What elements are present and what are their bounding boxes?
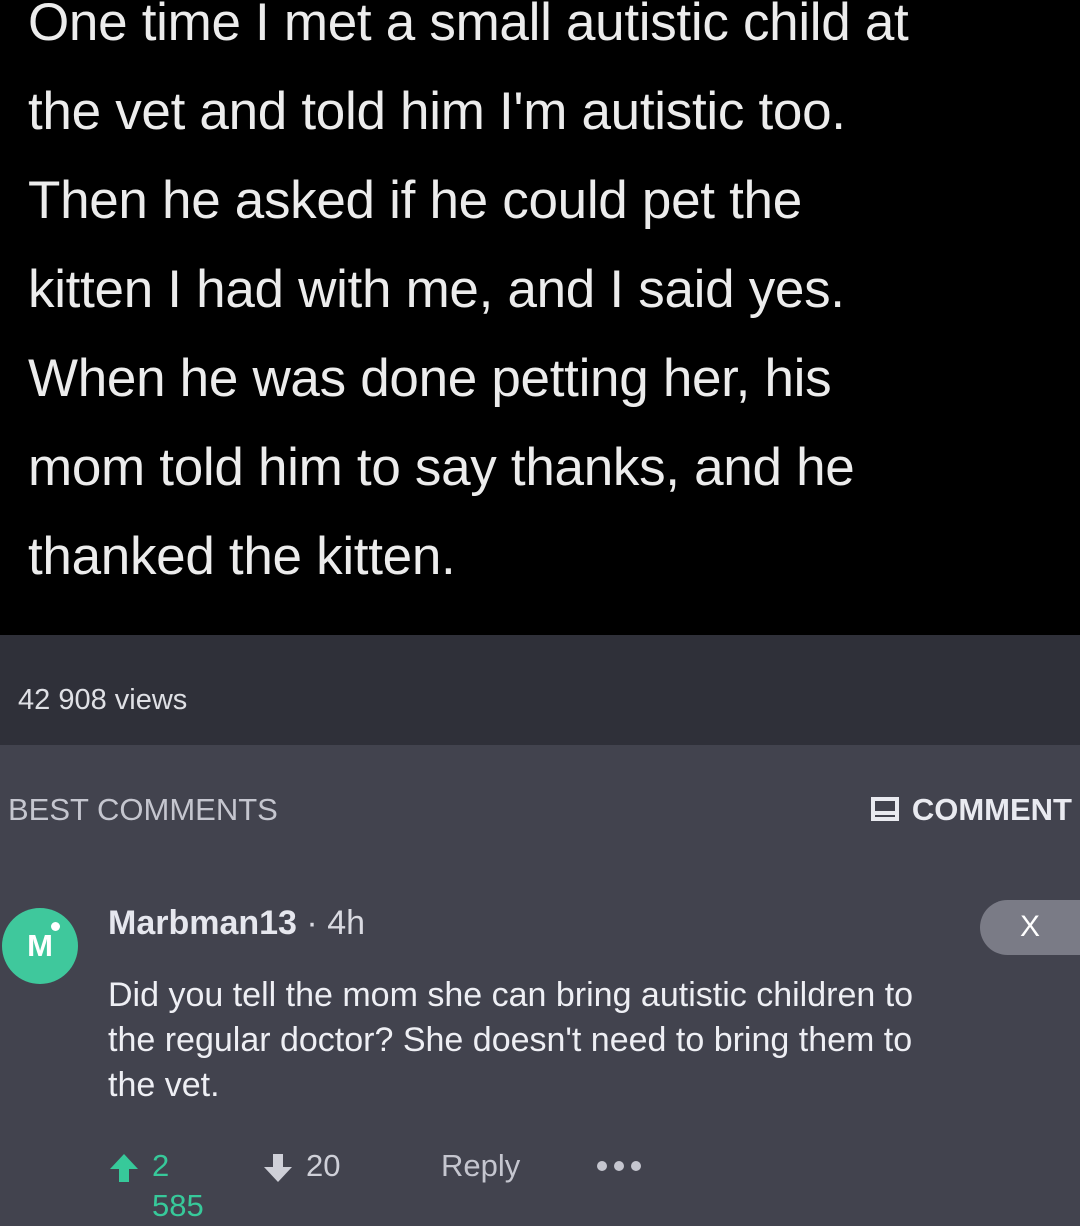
avatar-dot bbox=[51, 922, 60, 931]
upvote-arrow-icon[interactable] bbox=[108, 1152, 140, 1184]
post-card: One time I met a small autistic child at… bbox=[0, 0, 1080, 635]
header-separator: · bbox=[306, 904, 318, 942]
reply-button[interactable]: Reply bbox=[441, 1146, 520, 1186]
more-options-icon[interactable] bbox=[594, 1156, 644, 1176]
close-icon: X bbox=[1019, 910, 1040, 943]
comment-icon bbox=[870, 797, 899, 821]
best-comments-heading: BEST COMMENTS bbox=[8, 792, 278, 827]
upvote-count: 2 585 bbox=[152, 1148, 204, 1223]
comment-body: Did you tell the mom she can bring autis… bbox=[108, 976, 914, 1104]
downvote-count: 20 bbox=[306, 1148, 341, 1183]
downvote-arrow-icon[interactable] bbox=[262, 1152, 294, 1184]
view-count: 42 908 views bbox=[18, 684, 188, 716]
comment-header: Marbman13 · 4h bbox=[108, 903, 365, 943]
post-text: One time I met a small autistic child at… bbox=[28, 0, 909, 586]
add-comment-label: COMMENT bbox=[911, 792, 1072, 827]
close-button[interactable]: X bbox=[980, 900, 1080, 955]
comment-timestamp: 4h bbox=[327, 904, 366, 942]
add-comment-button[interactable]: COMMENT bbox=[870, 791, 1072, 829]
comment-username[interactable]: Marbman13 bbox=[108, 904, 297, 942]
avatar[interactable]: M bbox=[2, 908, 78, 984]
avatar-letter: M bbox=[27, 928, 53, 963]
